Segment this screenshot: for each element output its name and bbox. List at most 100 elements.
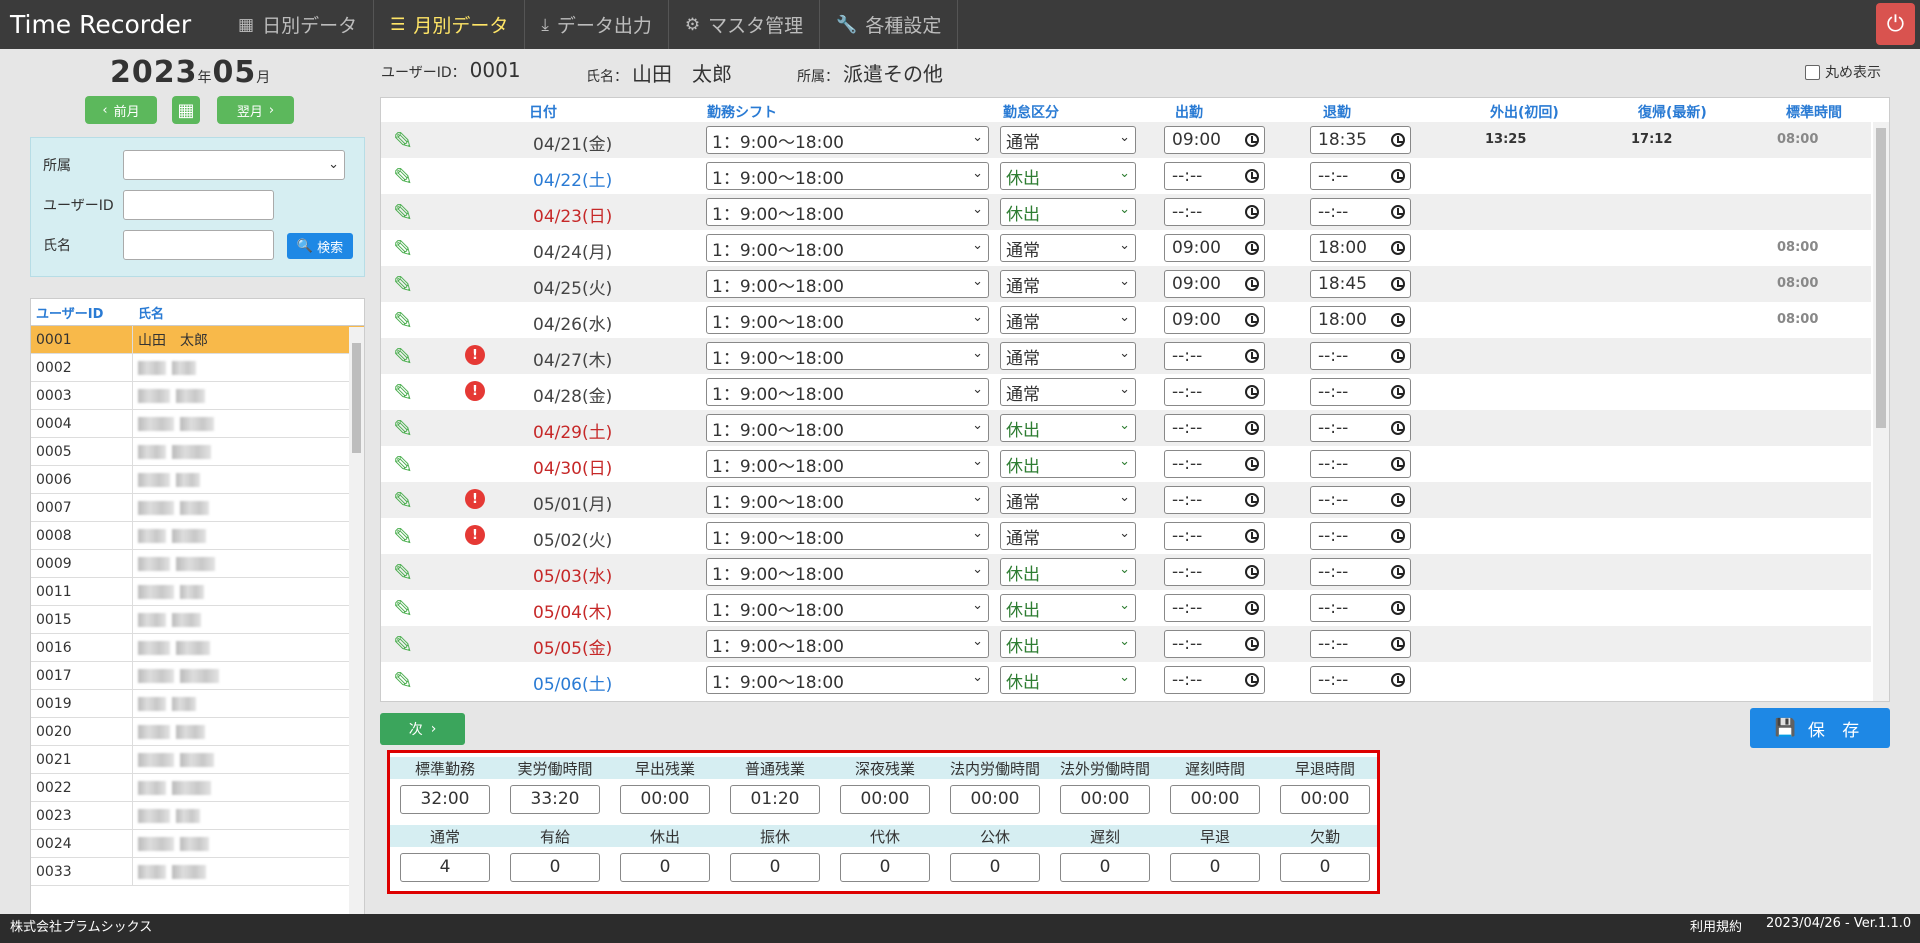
rounding-toggle[interactable]: 丸め表示 xyxy=(1805,62,1881,82)
shift-select[interactable]: 1：9:00〜18:00 ⌄ xyxy=(706,450,989,478)
shift-select[interactable]: 1：9:00〜18:00 ⌄ xyxy=(706,414,989,442)
summary-value[interactable]: 01:20 xyxy=(730,785,820,814)
power-button[interactable]: ⏻ xyxy=(1876,3,1915,45)
nav-monthly-data[interactable]: ☰ 月別データ xyxy=(374,0,526,49)
shift-select[interactable]: 1：9:00〜18:00 ⌄ xyxy=(706,270,989,298)
next-page-button[interactable]: 次 › xyxy=(380,713,465,745)
attendance-type-select[interactable]: 通常 ⌄ xyxy=(1000,270,1136,298)
summary-value[interactable]: 00:00 xyxy=(840,785,930,814)
user-row[interactable]: 0005 xyxy=(31,438,364,466)
edit-icon[interactable]: ✎ xyxy=(393,631,413,659)
attendance-type-select[interactable]: 通常 ⌄ xyxy=(1000,342,1136,370)
clock-in-input[interactable]: --:-- xyxy=(1164,522,1265,550)
user-row[interactable]: 0011 xyxy=(31,578,364,606)
save-button[interactable]: 💾 保 存 xyxy=(1750,708,1890,748)
clock-out-input[interactable]: 18:35 xyxy=(1310,126,1411,154)
edit-icon[interactable]: ✎ xyxy=(393,559,413,587)
summary-value[interactable]: 32:00 xyxy=(400,785,490,814)
user-row[interactable]: 0016 xyxy=(31,634,364,662)
edit-icon[interactable]: ✎ xyxy=(393,595,413,623)
attendance-type-select[interactable]: 休出 ⌄ xyxy=(1000,198,1136,226)
user-row[interactable]: 0024 xyxy=(31,830,364,858)
clock-out-input[interactable]: --:-- xyxy=(1310,450,1411,478)
summary-value[interactable]: 0 xyxy=(620,853,710,882)
edit-icon[interactable]: ✎ xyxy=(393,379,413,407)
user-row[interactable]: 0003 xyxy=(31,382,364,410)
summary-value[interactable]: 0 xyxy=(510,853,600,882)
summary-value[interactable]: 00:00 xyxy=(1280,785,1370,814)
user-row[interactable]: 0007 xyxy=(31,494,364,522)
attendance-type-select[interactable]: 通常 ⌄ xyxy=(1000,378,1136,406)
clock-in-input[interactable]: --:-- xyxy=(1164,162,1265,190)
user-row[interactable]: 0023 xyxy=(31,802,364,830)
attendance-type-select[interactable]: 休出 ⌄ xyxy=(1000,666,1136,694)
clock-in-input[interactable]: --:-- xyxy=(1164,666,1265,694)
attendance-type-select[interactable]: 休出 ⌄ xyxy=(1000,558,1136,586)
user-list-scrollbar[interactable] xyxy=(349,327,364,935)
summary-value[interactable]: 33:20 xyxy=(510,785,600,814)
user-row[interactable]: 0033 xyxy=(31,858,364,886)
attendance-type-select[interactable]: 通常 ⌄ xyxy=(1000,306,1136,334)
attendance-type-select[interactable]: 休出 ⌄ xyxy=(1000,414,1136,442)
summary-value[interactable]: 00:00 xyxy=(620,785,710,814)
clock-in-input[interactable]: 09:00 xyxy=(1164,270,1265,298)
attendance-type-select[interactable]: 休出 ⌄ xyxy=(1000,450,1136,478)
user-row[interactable]: 0022 xyxy=(31,774,364,802)
edit-icon[interactable]: ✎ xyxy=(393,343,413,371)
shift-select[interactable]: 1：9:00〜18:00 ⌄ xyxy=(706,306,989,334)
nav-data-export[interactable]: ⤓ データ出力 xyxy=(525,0,669,49)
summary-value[interactable]: 0 xyxy=(1280,853,1370,882)
shift-select[interactable]: 1：9:00〜18:00 ⌄ xyxy=(706,594,989,622)
summary-value[interactable]: 00:00 xyxy=(1170,785,1260,814)
search-button[interactable]: 🔍 検索 xyxy=(287,233,353,259)
edit-icon[interactable]: ✎ xyxy=(393,127,413,155)
attendance-type-select[interactable]: 休出 ⌄ xyxy=(1000,594,1136,622)
attendance-type-select[interactable]: 通常 ⌄ xyxy=(1000,126,1136,154)
clock-out-input[interactable]: --:-- xyxy=(1310,522,1411,550)
prev-month-button[interactable]: ‹ 前月 xyxy=(85,96,157,124)
clock-out-input[interactable]: --:-- xyxy=(1310,378,1411,406)
clock-out-input[interactable]: 18:00 xyxy=(1310,234,1411,262)
next-month-button[interactable]: 翌月 › xyxy=(217,96,294,124)
user-row[interactable]: 0020 xyxy=(31,718,364,746)
clock-in-input[interactable]: --:-- xyxy=(1164,342,1265,370)
clock-out-input[interactable]: --:-- xyxy=(1310,594,1411,622)
clock-in-input[interactable]: --:-- xyxy=(1164,198,1265,226)
user-row[interactable]: 0009 xyxy=(31,550,364,578)
edit-icon[interactable]: ✎ xyxy=(393,163,413,191)
attendance-type-select[interactable]: 休出 ⌄ xyxy=(1000,162,1136,190)
user-row[interactable]: 0021 xyxy=(31,746,364,774)
shift-select[interactable]: 1：9:00〜18:00 ⌄ xyxy=(706,126,989,154)
clock-out-input[interactable]: --:-- xyxy=(1310,486,1411,514)
edit-icon[interactable]: ✎ xyxy=(393,271,413,299)
shift-select[interactable]: 1：9:00〜18:00 ⌄ xyxy=(706,630,989,658)
shift-select[interactable]: 1：9:00〜18:00 ⌄ xyxy=(706,342,989,370)
nav-master-admin[interactable]: ⚙ マスタ管理 xyxy=(669,0,821,49)
dept-select[interactable]: ⌄ xyxy=(123,150,345,180)
edit-icon[interactable]: ✎ xyxy=(393,199,413,227)
scroll-thumb[interactable] xyxy=(1876,128,1886,428)
summary-value[interactable]: 00:00 xyxy=(1060,785,1150,814)
clock-in-input[interactable]: 09:00 xyxy=(1164,306,1265,334)
user-row[interactable]: 0019 xyxy=(31,690,364,718)
clock-in-input[interactable]: --:-- xyxy=(1164,486,1265,514)
user-row-selected[interactable]: 0001 山田 太郎 xyxy=(31,326,364,354)
clock-out-input[interactable]: --:-- xyxy=(1310,342,1411,370)
summary-value[interactable]: 00:00 xyxy=(950,785,1040,814)
shift-select[interactable]: 1：9:00〜18:00 ⌄ xyxy=(706,558,989,586)
clock-out-input[interactable]: --:-- xyxy=(1310,630,1411,658)
scroll-thumb[interactable] xyxy=(352,343,361,453)
edit-icon[interactable]: ✎ xyxy=(393,415,413,443)
terms-link[interactable]: 利用規約 xyxy=(1690,916,1742,935)
nav-settings[interactable]: 🔧 各種設定 xyxy=(820,0,959,49)
rounding-checkbox[interactable] xyxy=(1805,64,1820,80)
user-row[interactable]: 0002 xyxy=(31,354,364,382)
user-row[interactable]: 0017 xyxy=(31,662,364,690)
edit-icon[interactable]: ✎ xyxy=(393,523,413,551)
clock-in-input[interactable]: --:-- xyxy=(1164,594,1265,622)
calendar-button[interactable]: ▦ xyxy=(172,96,200,124)
clock-in-input[interactable]: --:-- xyxy=(1164,630,1265,658)
shift-select[interactable]: 1：9:00〜18:00 ⌄ xyxy=(706,486,989,514)
clock-out-input[interactable]: 18:45 xyxy=(1310,270,1411,298)
clock-in-input[interactable]: --:-- xyxy=(1164,378,1265,406)
